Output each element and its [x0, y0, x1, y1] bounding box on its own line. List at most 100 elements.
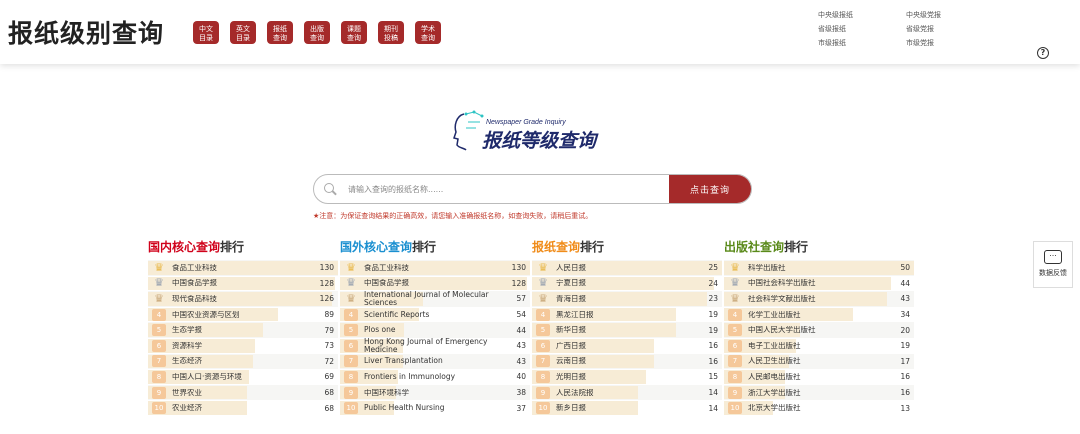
- top-links: 中央级报纸 中央级党报 省级报纸 省级党报 市级报纸 市级党报: [818, 9, 966, 49]
- ranking-row[interactable]: 9 人民法院报 14: [532, 384, 722, 401]
- ranking-row-name: Plos one: [364, 326, 396, 335]
- rank-number-badge: 4: [344, 308, 358, 321]
- ranking-row[interactable]: 4 中国农业资源与区划 89: [148, 307, 338, 323]
- ranking-row-value: 128: [511, 278, 526, 288]
- ranking-row[interactable]: 7 人民卫生出版社 17: [724, 353, 914, 370]
- ranking-row[interactable]: 6 电子工业出版社 19: [724, 338, 914, 354]
- site-logo: Newspaper Grade Inquiry 报纸等级查询: [453, 110, 599, 152]
- crown-icon: ♛: [154, 291, 164, 305]
- link-city-newspaper[interactable]: 市级报纸: [818, 37, 906, 49]
- crown-icon: ♛: [154, 276, 164, 290]
- nav-icon-bar: 中文目录 英文目录 报纸查询 出版查询 课题查询 期刊投稿 学术查询: [193, 21, 441, 44]
- nav-publisher-query-button[interactable]: 出版查询: [304, 21, 330, 44]
- crown-icon: ♛: [538, 276, 548, 290]
- ranking-row[interactable]: 4 黑龙江日报 19: [532, 307, 722, 323]
- link-provincial-newspaper[interactable]: 省级报纸: [818, 23, 906, 35]
- ranking-row[interactable]: ♛ International Journal of Molecular Scie…: [340, 291, 530, 307]
- ranking-list: ♛ 科学出版社 50 ♛ 中国社会科学出版社 44 ♛ 社会科学文献出版社 43 4 化学工业出版社…: [724, 260, 914, 416]
- ranking-row[interactable]: ♛ 青海日报 23: [532, 291, 722, 307]
- ranking-row[interactable]: ♛ 中国社会科学出版社 44: [724, 276, 914, 292]
- ranking-row-name: 宁夏日报: [556, 279, 586, 288]
- ranking-row-name: 新乡日报: [556, 404, 586, 413]
- ranking-row-name: Hong Kong Journal of Emergency Medicine: [364, 337, 488, 354]
- ranking-row[interactable]: 4 Scientific Reports 54: [340, 307, 530, 323]
- ranking-row-value: 69: [324, 372, 334, 382]
- crown-icon: ♛: [730, 260, 740, 274]
- site-title: 报纸级别查询: [8, 19, 165, 48]
- ranking-row[interactable]: 5 新华日报 19: [532, 322, 722, 338]
- nav-chinese-catalog-button[interactable]: 中文目录: [193, 21, 219, 44]
- top-header: 报纸级别查询 中文目录 英文目录 报纸查询 出版查询 课题查询 期刊投稿 学术查…: [0, 0, 1080, 64]
- ranking-column: 国内核心查询排行 ♛ 食品工业科技 130 ♛ 中国食品学报 128 ♛ 现代食品科技 126 4 中…: [148, 238, 338, 416]
- ranking-row[interactable]: ♛ 中国食品学报 128: [340, 276, 530, 292]
- rank-number-badge: 10: [728, 402, 742, 415]
- search-button[interactable]: 点击查询: [669, 175, 751, 203]
- ranking-row[interactable]: ♛ 社会科学文献出版社 43: [724, 291, 914, 307]
- ranking-title-suffix: 排行: [220, 240, 245, 254]
- rank-number-badge: 7: [728, 355, 742, 368]
- ranking-row[interactable]: 8 人民邮电出版社 16: [724, 369, 914, 385]
- rank-number-badge: 7: [536, 355, 550, 368]
- link-provincial-party-newspaper[interactable]: 省级党报: [906, 23, 966, 35]
- feedback-button[interactable]: ... 数据反馈: [1033, 241, 1073, 288]
- ranking-row[interactable]: 7 Liver Transplantation 43: [340, 353, 530, 370]
- ranking-row[interactable]: 10 北京大学出版社 13: [724, 400, 914, 416]
- ranking-row[interactable]: 6 Hong Kong Journal of Emergency Medicine…: [340, 338, 530, 354]
- nav-journal-submit-button[interactable]: 期刊投稿: [378, 21, 404, 44]
- ranking-row-value: 24: [708, 278, 718, 288]
- ranking-title-suffix: 排行: [412, 240, 437, 254]
- ranking-row[interactable]: ♛ 食品工业科技 130: [340, 260, 530, 276]
- ranking-row[interactable]: 8 光明日报 15: [532, 369, 722, 385]
- ranking-row[interactable]: 6 广西日报 16: [532, 338, 722, 354]
- ranking-row[interactable]: 9 世界农业 68: [148, 384, 338, 401]
- ranking-row-name: 云南日报: [556, 357, 586, 366]
- link-city-party-newspaper[interactable]: 市级党报: [906, 37, 966, 49]
- ranking-row-value: 50: [900, 263, 910, 273]
- rank-number-badge: 4: [152, 308, 166, 321]
- ranking-row[interactable]: ♛ 现代食品科技 126: [148, 291, 338, 307]
- ranking-row[interactable]: 8 Frontiers in Immunology 40: [340, 369, 530, 385]
- ranking-row[interactable]: 9 中国环境科学 38: [340, 384, 530, 401]
- ranking-row[interactable]: 8 中国人口·资源与环境 69: [148, 369, 338, 385]
- ranking-row-name: 生态经济: [172, 357, 202, 366]
- ranking-row-name: 中国环境科学: [364, 388, 409, 397]
- ranking-row[interactable]: 5 中国人民大学出版社 20: [724, 322, 914, 338]
- ranking-row[interactable]: 10 农业经济 68: [148, 400, 338, 416]
- ranking-row-name: 光明日报: [556, 372, 586, 381]
- link-central-newspaper[interactable]: 中央级报纸: [818, 9, 906, 21]
- crown-icon: ♛: [346, 276, 356, 290]
- ranking-row[interactable]: ♛ 人民日报 25: [532, 260, 722, 276]
- ranking-row[interactable]: 5 生态学报 79: [148, 322, 338, 338]
- crown-icon: ♛: [538, 260, 548, 274]
- ranking-row[interactable]: 9 浙江大学出版社 16: [724, 384, 914, 401]
- rank-number-badge: 4: [728, 308, 742, 321]
- ranking-list: ♛ 食品工业科技 130 ♛ 中国食品学报 128 ♛ 现代食品科技 126 4 中国农业资源与区划…: [148, 260, 338, 416]
- ranking-row[interactable]: 10 Public Health Nursing 37: [340, 400, 530, 416]
- ranking-row-value: 126: [319, 294, 334, 304]
- ranking-row-name: 农业经济: [172, 404, 202, 413]
- ranking-row[interactable]: 7 云南日报 16: [532, 353, 722, 370]
- ranking-row[interactable]: 4 化学工业出版社 34: [724, 307, 914, 323]
- help-icon[interactable]: ?: [1037, 47, 1049, 59]
- nav-newspaper-query-button[interactable]: 报纸查询: [267, 21, 293, 44]
- ranking-row[interactable]: ♛ 中国食品学报 128: [148, 276, 338, 292]
- rank-number-badge: 6: [728, 339, 742, 352]
- ranking-column: 出版社查询排行 ♛ 科学出版社 50 ♛ 中国社会科学出版社 44 ♛ 社会科学文献出版社 43 4…: [724, 238, 914, 416]
- ranking-row[interactable]: ♛ 宁夏日报 24: [532, 276, 722, 292]
- link-central-party-newspaper[interactable]: 中央级党报: [906, 9, 966, 21]
- ranking-row[interactable]: 5 Plos one 44: [340, 322, 530, 338]
- nav-project-query-button[interactable]: 课题查询: [341, 21, 367, 44]
- rank-number-badge: 6: [152, 339, 166, 352]
- ranking-row[interactable]: 10 新乡日报 14: [532, 400, 722, 416]
- ranking-row-name: 中国人口·资源与环境: [172, 372, 242, 381]
- ranking-row[interactable]: ♛ 食品工业科技 130: [148, 260, 338, 276]
- ranking-row-value: 23: [708, 294, 718, 304]
- ranking-row[interactable]: 6 资源科学 73: [148, 338, 338, 354]
- rank-number-badge: 5: [152, 324, 166, 337]
- ranking-row[interactable]: ♛ 科学出版社 50: [724, 260, 914, 276]
- ranking-row-value: 16: [900, 388, 910, 398]
- ranking-row[interactable]: 7 生态经济 72: [148, 353, 338, 370]
- search-input[interactable]: [344, 175, 669, 203]
- nav-academic-query-button[interactable]: 学术查询: [415, 21, 441, 44]
- nav-english-catalog-button[interactable]: 英文目录: [230, 21, 256, 44]
